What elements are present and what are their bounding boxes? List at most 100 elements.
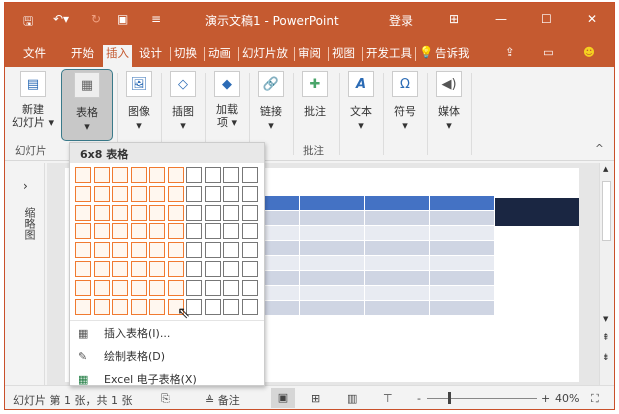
grid-cell[interactable] [75,167,91,183]
slide-table-cell[interactable] [300,256,365,271]
grid-cell[interactable] [241,298,258,315]
present-icon[interactable]: ▣ [117,12,128,26]
grid-cell[interactable] [223,260,239,277]
grid-cell[interactable] [204,279,221,296]
normal-view-button[interactable]: ▣ [271,388,295,408]
grid-cell[interactable] [93,260,110,277]
grid-cell[interactable] [186,204,202,221]
tab-design[interactable]: 设计 [139,45,162,61]
grid-cell[interactable] [186,242,202,259]
tab-slideshow[interactable]: 幻灯片放 [242,45,294,61]
slide-table-cell[interactable] [300,211,365,226]
grid-cell[interactable] [75,223,91,240]
tab-view[interactable]: 视图 [332,45,355,61]
grid-cell[interactable] [75,185,91,202]
grid-cell[interactable] [93,204,110,221]
links-button[interactable]: 🔗 链接 ▾ [253,71,289,132]
close-button[interactable]: ✕ [587,12,597,26]
slide-table-cell[interactable] [430,256,495,271]
slide-sorter-button[interactable]: ⊞ [311,392,320,405]
grid-cell[interactable] [149,223,165,240]
prev-slide-icon[interactable]: ⇞ [602,333,610,343]
next-slide-icon[interactable]: ⇟ [602,353,610,363]
slide-table-cell[interactable] [430,241,495,256]
grid-cell[interactable] [149,167,165,183]
excel-table-menu-item[interactable]: ▦ Excel 电子表格(X) [78,371,197,387]
maximize-button[interactable]: ☐ [541,12,552,26]
new-slide-button[interactable]: ▤ 新建 幻灯片 ▾ [11,71,55,129]
grid-cell[interactable] [75,260,91,277]
grid-cell[interactable] [186,167,202,183]
grid-cell[interactable] [223,223,239,240]
grid-cell[interactable] [130,298,147,315]
grid-cell[interactable] [186,279,202,296]
slide-table-cell[interactable] [430,211,495,226]
grid-cell[interactable] [93,185,110,202]
tell-me-input[interactable]: 告诉我 [435,45,470,61]
tab-developer[interactable]: 开发工具 [366,45,414,61]
grid-cell[interactable] [112,242,128,259]
grid-cell[interactable] [167,185,184,202]
slideshow-button[interactable]: ⊤ [383,392,393,405]
slide-table-cell[interactable] [430,226,495,241]
grid-cell[interactable] [241,260,258,277]
grid-cell[interactable] [241,185,258,202]
comment-button[interactable]: ✚ 批注 [297,71,333,119]
grid-cell[interactable] [130,223,147,240]
grid-cell[interactable] [167,242,184,259]
tab-home[interactable]: 开始 [71,45,94,61]
addins-button[interactable]: ◆ 加载 项 ▾ [209,71,245,129]
grid-cell[interactable] [75,242,91,259]
tab-file[interactable]: 文件 [23,45,46,61]
grid-cell[interactable] [149,279,165,296]
insert-table-menu-item[interactable]: ▦ 插入表格(I)... [78,325,170,341]
tab-insert[interactable]: 插入 [103,45,132,67]
grid-cell[interactable] [149,298,165,315]
slide-table-cell[interactable] [430,301,495,316]
grid-cell[interactable] [130,260,147,277]
media-button[interactable]: ◀) 媒体 ▾ [431,71,467,132]
grid-cell[interactable] [223,185,239,202]
zoom-slider-thumb[interactable] [448,392,451,404]
expand-thumbnails-button[interactable]: › [23,179,28,193]
grid-cell[interactable] [204,167,221,183]
fit-slide-icon[interactable]: ⛶ [591,392,599,406]
grid-cell[interactable] [130,279,147,296]
table-button[interactable]: ▦ 表格 ▾ [61,69,113,141]
scroll-thumb[interactable] [602,181,611,241]
slide-table-cell[interactable] [365,211,430,226]
slide-table-cell[interactable] [430,286,495,301]
grid-cell[interactable] [112,298,128,315]
zoom-out-button[interactable]: - [417,392,421,405]
comments-icon[interactable]: ▭ [543,45,554,59]
collapse-ribbon-icon[interactable]: ^ [595,143,604,155]
grid-cell[interactable] [241,279,258,296]
slide-table-cell[interactable] [300,226,365,241]
smiley-icon[interactable]: ☻ [583,45,595,59]
slide-table-cell[interactable] [365,256,430,271]
redo-icon[interactable]: ↻ [91,12,101,26]
grid-cell[interactable] [204,204,221,221]
grid-cell[interactable] [167,204,184,221]
grid-cell[interactable] [93,279,110,296]
draw-table-menu-item[interactable]: ✎ 绘制表格(D) [78,348,165,364]
slide-table-cell[interactable] [365,226,430,241]
grid-cell[interactable] [149,204,165,221]
grid-cell[interactable] [130,167,147,183]
grid-cell[interactable] [112,223,128,240]
grid-cell[interactable] [241,204,258,221]
grid-cell[interactable] [112,204,128,221]
undo-icon[interactable]: ↶▾ [53,12,69,26]
grid-cell[interactable] [223,279,239,296]
slide-table-cell[interactable] [300,241,365,256]
grid-cell[interactable] [75,204,91,221]
tab-transitions[interactable]: 切换 [174,45,197,61]
grid-cell[interactable] [223,242,239,259]
login-link[interactable]: 登录 [389,12,413,29]
symbols-button[interactable]: Ω 符号 ▾ [387,71,423,132]
slide-table-cell[interactable] [365,196,430,211]
grid-cell[interactable] [204,298,221,315]
grid-cell[interactable] [167,223,184,240]
slide-table-cell[interactable] [365,241,430,256]
grid-cell[interactable] [93,242,110,259]
